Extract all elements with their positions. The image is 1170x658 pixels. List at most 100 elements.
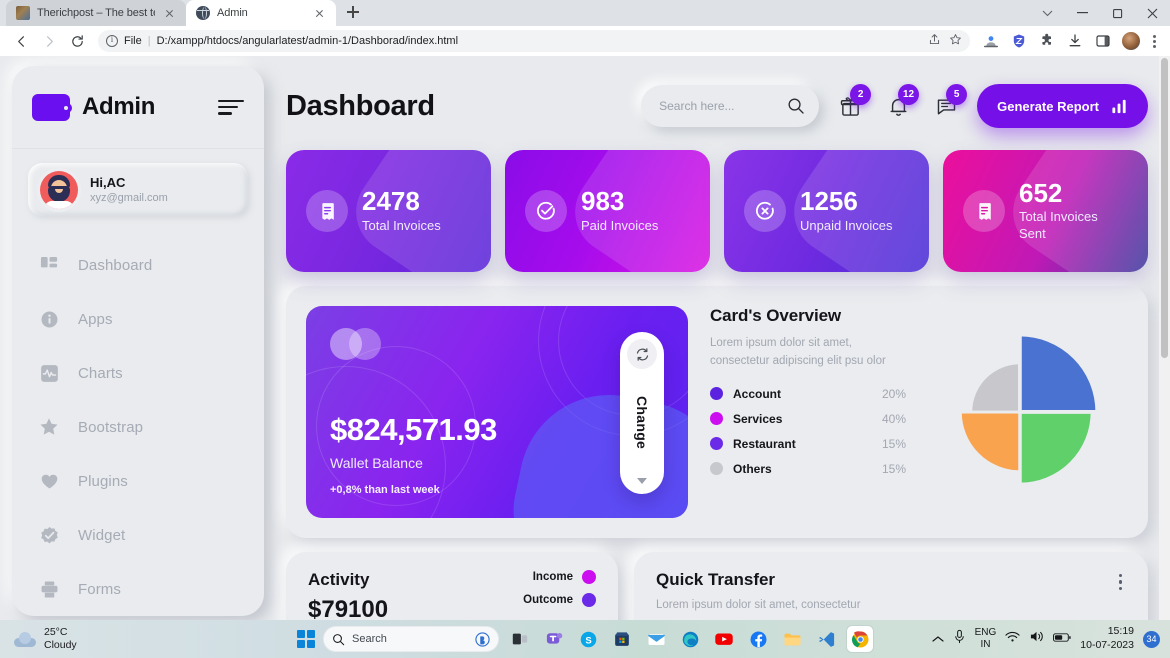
stat-label: Total Invoices <box>362 217 441 233</box>
sidebar-item-apps[interactable]: Apps <box>12 292 264 346</box>
back-icon[interactable] <box>8 28 34 54</box>
address-bar[interactable]: File | D:/xampp/htdocs/angularlatest/adm… <box>98 30 970 52</box>
sidebar-item-widget[interactable]: Widget <box>12 508 264 562</box>
mail-icon[interactable] <box>643 626 669 652</box>
tray-overflow-chevron-up-icon[interactable] <box>932 630 944 648</box>
taskbar-search-placeholder: Search <box>352 633 387 645</box>
microsoft-store-icon[interactable] <box>609 626 635 652</box>
sidebar-item-label: Charts <box>78 364 123 382</box>
tab-close-icon[interactable] <box>162 6 177 21</box>
legend-item[interactable]: Income <box>533 570 596 584</box>
weather-widget[interactable]: 25°C Cloudy <box>10 626 77 652</box>
extensions-icon[interactable] <box>1034 28 1060 54</box>
maximize-icon[interactable] <box>1100 0 1135 26</box>
sidebar-profile[interactable]: Hi,AC xyz@gmail.com <box>28 163 248 216</box>
bookmark-star-icon[interactable] <box>949 33 962 49</box>
legend-item[interactable]: Restaurant 15% <box>710 437 906 451</box>
refresh-icon[interactable] <box>627 339 657 369</box>
cards-overview: Card's Overview Lorem ipsum dolor sit am… <box>710 306 1128 518</box>
browser-tab-admin[interactable]: Admin <box>186 0 336 26</box>
sidebar-item-label: Forms <box>78 580 121 598</box>
tab-search-chevron-down-icon[interactable] <box>1030 0 1065 26</box>
chevron-down-icon[interactable] <box>637 478 647 484</box>
language-indicator[interactable]: ENG IN <box>975 627 997 651</box>
forward-icon[interactable] <box>36 28 62 54</box>
legend-item[interactable]: Outcome <box>523 593 596 607</box>
generate-report-button[interactable]: Generate Report <box>977 84 1148 128</box>
youtube-icon[interactable] <box>711 626 737 652</box>
copilot-icon[interactable] <box>475 631 490 647</box>
tab-close-icon[interactable] <box>312 6 327 21</box>
hamburger-icon[interactable] <box>218 99 244 115</box>
legend-label: Account <box>733 386 781 401</box>
quick-transfer-description: Lorem ipsum dolor sit amet, consectetur <box>656 599 861 611</box>
generate-report-label: Generate Report <box>997 98 1099 114</box>
legend-item[interactable]: Others 15% <box>710 462 906 476</box>
tab-title: Therichpost – The best tech and <box>37 7 155 19</box>
page-scrollbar[interactable] <box>1159 56 1170 620</box>
speaker-icon[interactable] <box>1029 630 1044 648</box>
clock[interactable]: 15:19 10-07-2023 <box>1080 625 1134 652</box>
start-button[interactable] <box>297 630 315 648</box>
profile-text: Hi,AC xyz@gmail.com <box>90 175 168 204</box>
legend-dot <box>582 593 596 607</box>
skype-icon[interactable]: S <box>575 626 601 652</box>
sidebar-item-forms[interactable]: Forms <box>12 562 264 616</box>
vertical-dots-icon[interactable] <box>1115 570 1126 594</box>
legend-item[interactable]: Services 40% <box>710 412 906 426</box>
teams-icon[interactable] <box>541 626 567 652</box>
close-icon[interactable] <box>1135 0 1170 26</box>
search-icon[interactable] <box>787 97 805 115</box>
battery-icon[interactable] <box>1053 630 1071 648</box>
chrome-icon[interactable] <box>847 626 873 652</box>
task-view-icon[interactable] <box>507 626 533 652</box>
sidebar-item-bootstrap[interactable]: Bootstrap <box>12 400 264 454</box>
scrollbar-thumb[interactable] <box>1161 58 1168 358</box>
taskbar-search[interactable]: Search <box>323 626 499 652</box>
minimize-icon[interactable] <box>1065 0 1100 26</box>
sidebar-item-dashboard[interactable]: Dashboard <box>12 238 264 292</box>
sidebar-item-charts[interactable]: Charts <box>12 346 264 400</box>
wallet-amount: $824,571.93 <box>330 412 497 447</box>
browser-menu-icon[interactable] <box>1146 33 1162 49</box>
facebook-icon[interactable] <box>745 626 771 652</box>
messages-button[interactable]: 5 <box>929 84 968 126</box>
page-header: Dashboard 2 12 5 Ge <box>280 66 1156 146</box>
invoice-icon <box>306 190 348 232</box>
overview-pie-chart[interactable] <box>912 306 1128 518</box>
profile-scan-icon[interactable] <box>978 28 1004 54</box>
pie-slice-services <box>1018 410 1095 487</box>
search-input[interactable] <box>659 99 780 113</box>
avatar[interactable] <box>1118 28 1144 54</box>
site-info-icon[interactable] <box>106 34 118 47</box>
activity-card[interactable]: Activity $79100 Income Outcome <box>286 552 618 620</box>
stat-card-total-invoices-sent[interactable]: 652 Total Invoices Sent <box>943 150 1148 272</box>
reload-icon[interactable] <box>64 28 90 54</box>
legend-item[interactable]: Account 20% <box>710 387 906 401</box>
gifts-button[interactable]: 2 <box>833 84 872 126</box>
vs-code-icon[interactable] <box>813 626 839 652</box>
wifi-icon[interactable] <box>1005 630 1020 648</box>
search-box[interactable] <box>641 85 820 127</box>
browser-tab-therichpost[interactable]: Therichpost – The best tech and <box>6 0 186 26</box>
new-tab-button[interactable] <box>340 0 366 25</box>
quick-transfer-card[interactable]: Quick Transfer Lorem ipsum dolor sit ame… <box>634 552 1148 620</box>
change-card-button[interactable]: Change <box>620 332 664 494</box>
pie-slice-account <box>1018 332 1100 414</box>
edge-icon[interactable] <box>677 626 703 652</box>
shield-icon[interactable] <box>1006 28 1032 54</box>
side-panel-icon[interactable] <box>1090 28 1116 54</box>
omnibox-url: D:/xampp/htdocs/angularlatest/admin-1/Da… <box>156 35 459 47</box>
notification-count-badge[interactable]: 34 <box>1143 630 1160 648</box>
notifications-button[interactable]: 12 <box>881 84 920 126</box>
stat-card-unpaid-invoices[interactable]: 1256 Unpaid Invoices <box>724 150 929 272</box>
stat-card-paid-invoices[interactable]: 983 Paid Invoices <box>505 150 710 272</box>
file-explorer-icon[interactable] <box>779 626 805 652</box>
stat-card-total-invoices[interactable]: 2478 Total Invoices <box>286 150 491 272</box>
share-icon[interactable] <box>928 33 941 49</box>
microphone-icon[interactable] <box>953 629 966 649</box>
sidebar-item-plugins[interactable]: Plugins <box>12 454 264 508</box>
download-icon[interactable] <box>1062 28 1088 54</box>
legend-label: Others <box>733 461 772 476</box>
wallet-balance-card[interactable]: $824,571.93 Wallet Balance +0,8% than la… <box>306 306 688 518</box>
